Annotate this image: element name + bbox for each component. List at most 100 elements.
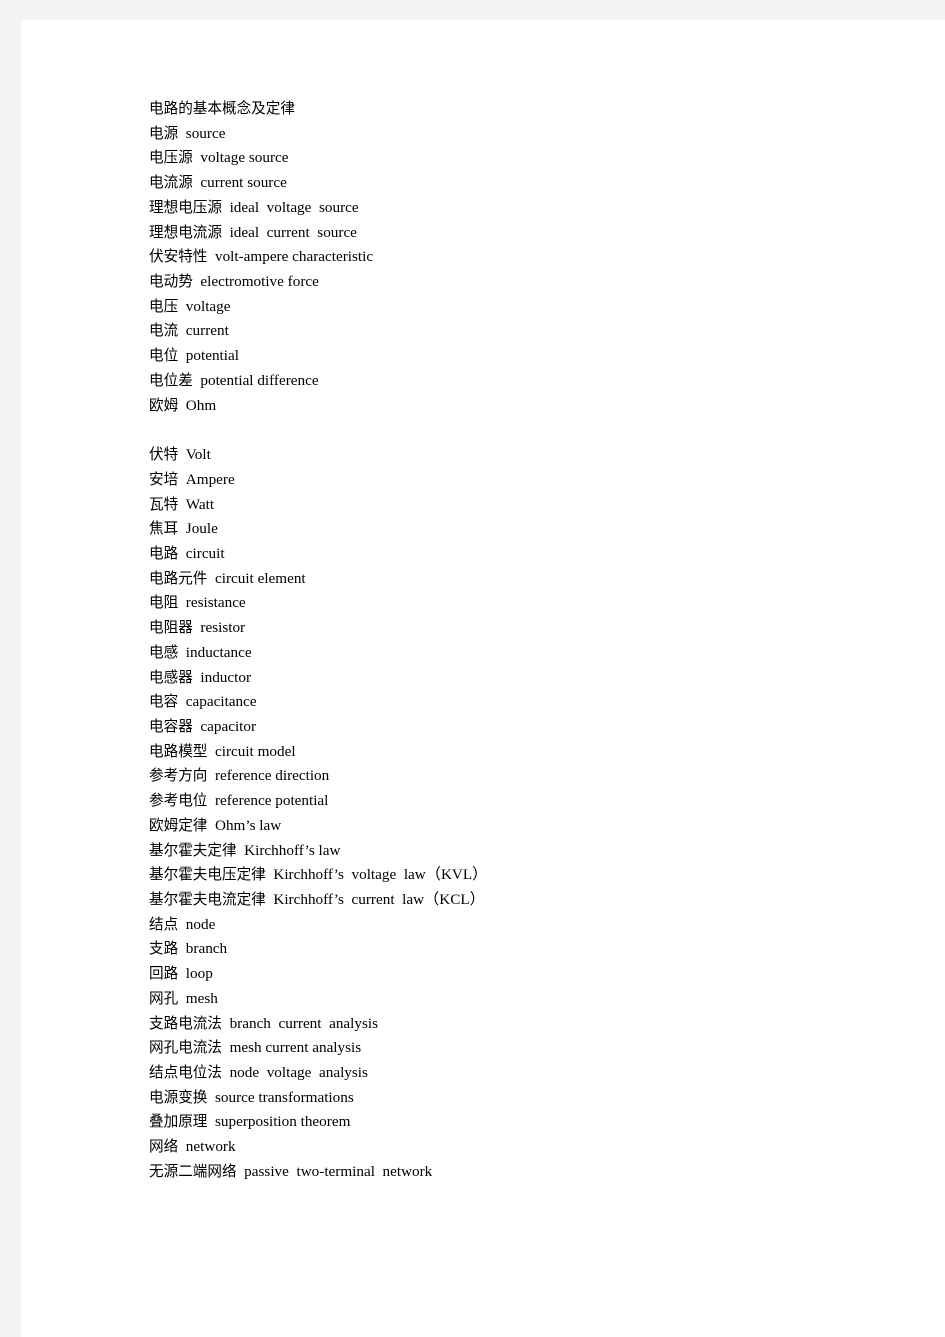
term-english: circuit model <box>214 742 296 760</box>
term-separator <box>178 496 186 513</box>
term-english: network <box>185 1138 236 1156</box>
term-separator <box>178 990 186 1007</box>
term-separator <box>178 644 186 661</box>
term-chinese: 伏特 <box>149 446 179 464</box>
term-chinese: 理想电压源 <box>149 198 222 216</box>
term-separator <box>178 322 186 339</box>
term-chinese: 支路电流法 <box>149 1014 222 1032</box>
term-separator <box>207 767 215 784</box>
term-separator <box>207 570 215 587</box>
term-separator <box>178 298 186 315</box>
glossary-entry: 焦耳 Joule <box>149 517 909 542</box>
page-sheet: 电路的基本概念及定律 电源 source 电压源 voltage source 电流源… <box>21 20 945 1337</box>
term-english: capacitance <box>185 693 257 711</box>
term-separator <box>178 594 186 611</box>
term-chinese: 电动势 <box>149 273 193 291</box>
glossary-entry: 电感 inductance <box>149 641 909 666</box>
glossary-entry: 支路电流法 branch current analysis <box>149 1012 909 1037</box>
term-english: Kirchhoff’s voltage law（KVL） <box>273 866 488 884</box>
glossary-entry: 电容器 capacitor <box>149 715 909 740</box>
glossary-entry: 网孔 mesh <box>149 987 909 1012</box>
term-separator <box>207 792 215 809</box>
term-separator <box>207 1113 215 1130</box>
glossary-entry: 瓦特 Watt <box>149 493 909 518</box>
term-english: capacitor <box>200 717 257 735</box>
term-chinese: 电路模型 <box>149 742 208 760</box>
term-english: Kirchhoff’s current law（KCL） <box>273 891 485 908</box>
term-separator <box>178 347 186 364</box>
term-chinese: 参考方向 <box>149 767 208 785</box>
term-separator <box>178 446 186 463</box>
term-chinese: 电位 <box>149 347 179 365</box>
glossary-entry: 理想电流源 ideal current source <box>149 221 909 246</box>
term-separator <box>178 916 186 933</box>
glossary-entry: 电阻器 resistor <box>149 616 909 641</box>
glossary-entry: 电动势 electromotive force <box>149 270 909 295</box>
term-english: mesh current analysis <box>229 1039 362 1057</box>
glossary-entry: 基尔霍夫定律 Kirchhoff’s law <box>149 839 909 864</box>
term-separator <box>207 817 215 834</box>
term-english: voltage source <box>200 149 289 167</box>
term-chinese: 电路 <box>149 544 179 562</box>
term-chinese: 电阻 <box>149 594 179 612</box>
term-chinese: 安培 <box>149 470 179 488</box>
term-chinese: 网孔电流法 <box>149 1039 222 1057</box>
term-english: resistor <box>200 619 246 637</box>
term-chinese: 参考电位 <box>149 792 208 810</box>
term-chinese: 电容 <box>149 693 179 711</box>
glossary-entry: 电路模型 circuit model <box>149 740 909 765</box>
term-english: circuit element <box>214 569 306 587</box>
glossary-entry: 电阻 resistance <box>149 591 909 616</box>
term-chinese: 电路元件 <box>149 569 208 587</box>
term-chinese: 电源 <box>149 124 179 142</box>
term-english: mesh <box>185 989 218 1007</box>
term-english: Kirchhoff’s law <box>244 841 341 859</box>
glossary-entry: 安培 Ampere <box>149 468 909 493</box>
term-separator <box>222 224 230 241</box>
term-separator <box>178 1138 186 1155</box>
glossary-entry: 支路 branch <box>149 937 909 962</box>
glossary-entry: 网络 network <box>149 1135 909 1160</box>
term-english: inductor <box>200 668 252 686</box>
term-english: branch <box>185 940 228 958</box>
term-separator <box>178 520 186 537</box>
term-separator <box>178 965 186 982</box>
glossary-entry: 伏安特性 volt-ampere characteristic <box>149 245 909 270</box>
term-chinese: 结点 <box>149 915 179 933</box>
term-english: source <box>185 124 226 142</box>
term-chinese: 支路 <box>149 940 179 958</box>
term-chinese: 电感器 <box>149 668 193 686</box>
term-chinese: 叠加原理 <box>149 1113 208 1131</box>
term-separator <box>222 1064 230 1081</box>
glossary-entry: 电流源 current source <box>149 171 909 196</box>
term-english: circuit <box>185 544 225 562</box>
term-separator <box>222 199 230 216</box>
term-chinese: 网孔 <box>149 989 179 1007</box>
term-separator <box>178 471 186 488</box>
glossary-entry: 电位差 potential difference <box>149 369 909 394</box>
term-separator <box>178 940 186 957</box>
term-english: ideal voltage source <box>229 198 359 216</box>
glossary-entry: 参考电位 reference potential <box>149 789 909 814</box>
term-separator <box>178 693 186 710</box>
term-separator <box>178 397 186 414</box>
glossary-entry: 电路元件 circuit element <box>149 567 909 592</box>
term-english: Ohm <box>185 396 217 414</box>
term-english: node voltage analysis <box>229 1064 368 1082</box>
term-separator <box>178 545 186 562</box>
term-chinese: 无源二端网络 <box>149 1162 237 1180</box>
term-chinese: 基尔霍夫电压定律 <box>149 866 266 884</box>
term-chinese: 基尔霍夫定律 <box>149 841 237 859</box>
glossary-entry: 电流 current <box>149 319 909 344</box>
term-chinese: 电路的基本概念及定律 <box>149 100 295 117</box>
term-chinese: 电压 <box>149 297 179 315</box>
term-chinese: 电压源 <box>149 149 193 167</box>
glossary-entry: 理想电压源 ideal voltage source <box>149 196 909 221</box>
term-english: current <box>185 322 229 340</box>
glossary-entry: 欧姆 Ohm <box>149 394 909 419</box>
term-english: superposition theorem <box>214 1113 351 1131</box>
term-english: passive two-terminal network <box>244 1162 433 1180</box>
term-english: node <box>185 915 216 933</box>
term-chinese: 基尔霍夫电流定律 <box>149 891 266 908</box>
